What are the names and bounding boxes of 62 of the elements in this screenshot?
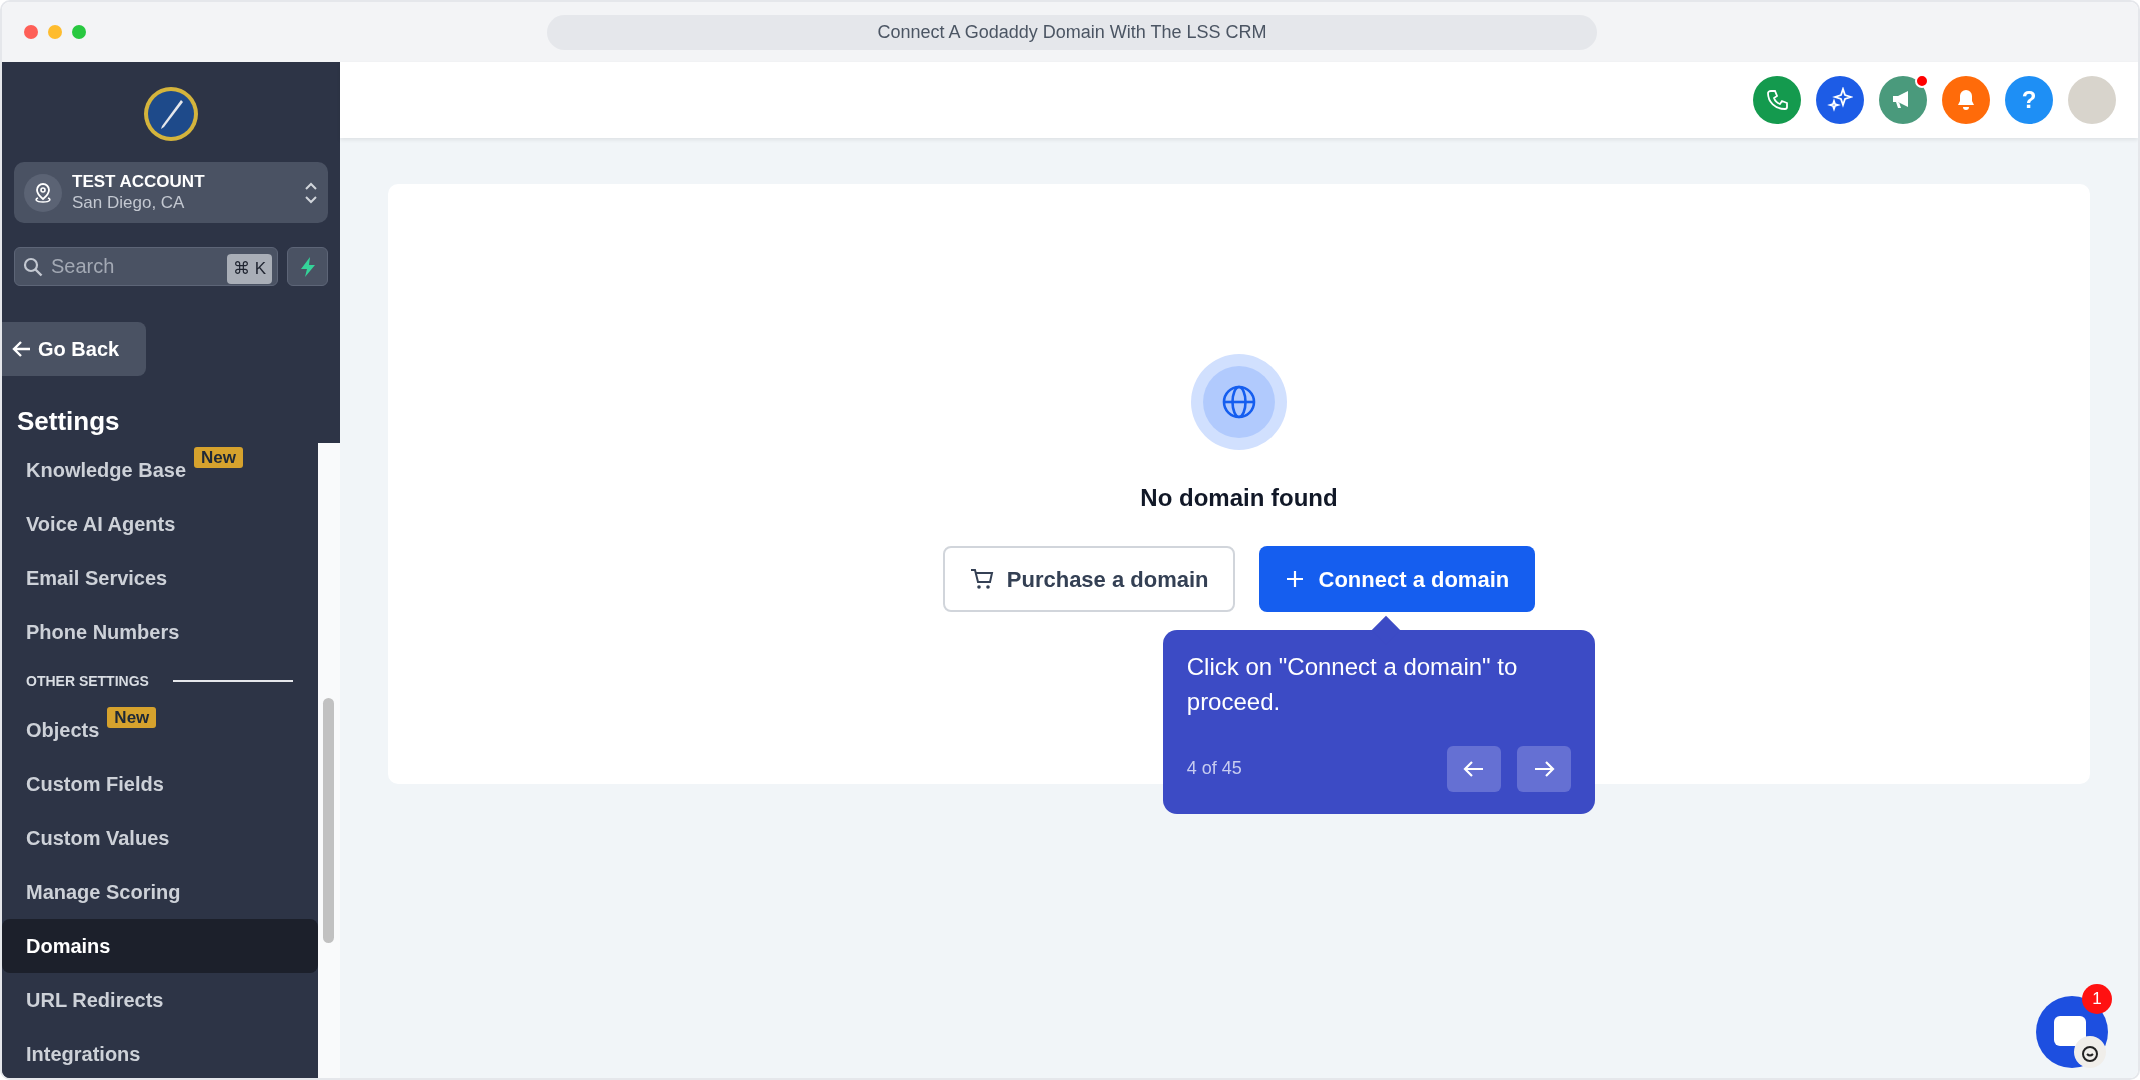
tooltip-text: Click on "Connect a domain" to proceed. xyxy=(1186,652,1519,717)
item-label: Objects xyxy=(26,718,100,743)
item-label: Domains xyxy=(26,934,111,959)
ai-assistant-button[interactable] xyxy=(1816,76,1864,124)
previous-step-button[interactable] xyxy=(1446,745,1501,792)
location-pin-icon xyxy=(33,181,53,204)
announcements-button[interactable] xyxy=(1879,76,1927,124)
phone-button[interactable] xyxy=(1753,76,1801,124)
new-badge: New xyxy=(107,707,157,729)
item-label: Voice AI Agents xyxy=(26,512,176,537)
minimize-dot[interactable] xyxy=(48,25,62,39)
item-label: Phone Numbers xyxy=(26,620,180,645)
maximize-dot[interactable] xyxy=(72,25,86,39)
arrow-right-icon xyxy=(1532,759,1555,778)
plus-icon xyxy=(1284,569,1305,589)
cart-icon xyxy=(968,566,995,592)
step-counter: 4 of 45 xyxy=(1186,757,1242,781)
sidebar-item[interactable]: Email Services xyxy=(2,551,318,605)
arrow-left-icon xyxy=(12,340,32,358)
lightning-icon xyxy=(298,255,317,278)
search-icon xyxy=(23,257,43,277)
globe-icon xyxy=(1221,384,1257,420)
sidebar-item[interactable]: Manage Scoring xyxy=(2,865,318,919)
account-location: San Diego, CA xyxy=(72,192,186,213)
logo-icon xyxy=(143,86,199,142)
close-dot[interactable] xyxy=(24,25,38,39)
phone-icon xyxy=(1764,87,1790,113)
sparkle-icon xyxy=(1827,87,1853,113)
item-label: Email Services xyxy=(26,566,168,591)
new-badge: New xyxy=(194,447,243,469)
window-title: Connect A Godaddy Domain With The LSS CRM xyxy=(547,15,1597,50)
sidebar-item[interactable]: Phone Numbers xyxy=(2,605,318,659)
item-label: Integrations xyxy=(26,1042,141,1067)
sidebar-item[interactable]: Custom Values xyxy=(2,811,318,865)
sidebar-item[interactable]: Domains xyxy=(2,919,318,973)
sidebar-item[interactable]: Knowledge Base New xyxy=(2,443,318,497)
account-name: TEST ACCOUNT xyxy=(72,172,206,193)
item-label: Custom Fields xyxy=(26,772,164,797)
empty-state-title: No domain found xyxy=(1140,483,1338,513)
notifications-button[interactable] xyxy=(1942,76,1990,124)
account-switcher[interactable]: TEST ACCOUNT San Diego, CA xyxy=(14,162,328,223)
item-label: Custom Values xyxy=(26,826,170,851)
sidebar-item[interactable]: URL Redirects xyxy=(2,973,318,1027)
scrollbar-thumb[interactable] xyxy=(323,698,334,943)
connect-domain-button[interactable]: Connect a domain xyxy=(1258,546,1536,612)
purchase-domain-button[interactable]: Purchase a domain xyxy=(942,546,1235,612)
settings-heading: Settings xyxy=(17,405,121,438)
arrow-left-icon xyxy=(1462,759,1485,778)
item-label: Knowledge Base xyxy=(26,458,187,483)
shortcut-hint: ⌘ K xyxy=(226,254,272,284)
next-step-button[interactable] xyxy=(1516,745,1571,792)
quick-action-button[interactable] xyxy=(287,247,328,286)
item-label: Manage Scoring xyxy=(26,880,181,905)
chevron-up-down-icon xyxy=(304,180,318,205)
sidebar-item[interactable]: Voice AI Agents xyxy=(2,497,318,551)
item-label: URL Redirects xyxy=(26,988,164,1013)
sidebar-item[interactable]: Custom Fields xyxy=(2,757,318,811)
section-label: OTHER SETTINGS xyxy=(26,671,149,691)
sidebar-item[interactable]: Integrations xyxy=(2,1027,318,1078)
sidebar-item[interactable]: Objects New xyxy=(2,703,318,757)
notification-count: 1 xyxy=(2082,984,2112,1014)
go-back-button[interactable]: Go Back xyxy=(2,322,146,376)
